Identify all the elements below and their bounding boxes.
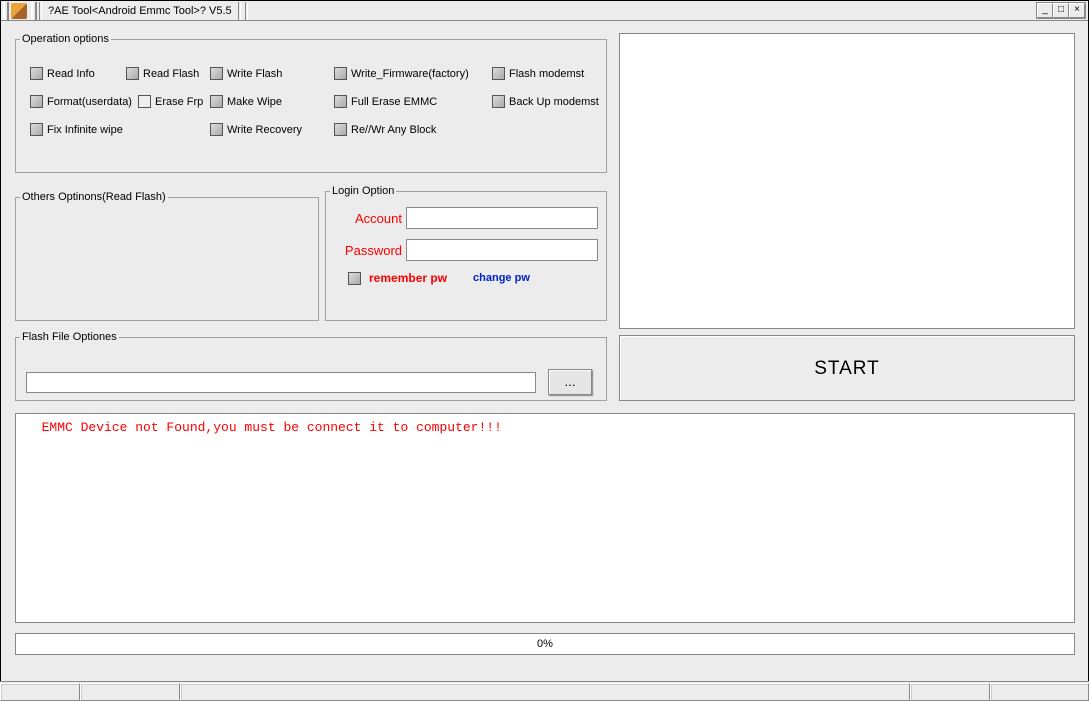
titlebar-sep-3: [245, 2, 248, 20]
checkbox-write-firmware[interactable]: Write_Firmware(factory): [334, 67, 469, 80]
preview-panel: [619, 33, 1075, 329]
checkbox-flash-modemst[interactable]: Flash modemst: [492, 67, 584, 80]
checkbox-icon: [210, 67, 223, 80]
checkbox-erase-frp[interactable]: Erase Frp: [138, 95, 203, 108]
statusbar-cell-3: [180, 683, 910, 701]
remember-label: remember pw: [369, 271, 447, 285]
start-button[interactable]: START: [619, 335, 1075, 401]
operation-options-group: Operation options Read Info Read Flash W…: [15, 33, 607, 173]
checkbox-label: Write_Firmware(factory): [351, 68, 469, 80]
checkbox-icon: [348, 272, 361, 285]
main-area: Operation options Read Info Read Flash W…: [1, 21, 1088, 680]
statusbar-cell-5: [990, 683, 1089, 701]
checkbox-label: Re//Wr Any Block: [351, 124, 436, 136]
account-input[interactable]: [406, 207, 598, 229]
checkbox-label: Write Recovery: [227, 124, 302, 136]
checkbox-icon: [492, 67, 505, 80]
password-row: Password: [334, 239, 598, 261]
login-option-group: Login Option Account Password remember p…: [325, 185, 607, 321]
change-pw-link[interactable]: change pw: [473, 272, 530, 284]
checkbox-icon: [334, 95, 347, 108]
checkbox-icon: [30, 67, 43, 80]
progress-bar: 0%: [15, 633, 1075, 655]
app-icon: [11, 3, 27, 19]
titlebar-grip-2: [31, 2, 37, 20]
titlebar-sep-2: [238, 2, 241, 20]
statusbar: [0, 681, 1089, 701]
password-input[interactable]: [406, 239, 598, 261]
checkbox-read-flash[interactable]: Read Flash: [126, 67, 199, 80]
checkbox-write-flash[interactable]: Write Flash: [210, 67, 282, 80]
checkbox-format-userdata[interactable]: Format(userdata): [30, 95, 132, 108]
others-options-group: Others Optinons(Read Flash): [15, 191, 319, 321]
titlebar: ?AE Tool<Android Emmc Tool>? V5.5 _ □ ×: [1, 1, 1088, 21]
checkbox-icon: [334, 67, 347, 80]
checkbox-label: Fix Infinite wipe: [47, 124, 123, 136]
close-button[interactable]: ×: [1069, 3, 1085, 18]
checkbox-icon: [334, 123, 347, 136]
checkbox-rewr-any-block[interactable]: Re//Wr Any Block: [334, 123, 436, 136]
checkbox-icon: [30, 123, 43, 136]
statusbar-cell-4: [910, 683, 990, 701]
browse-button[interactable]: ...: [548, 369, 592, 395]
others-options-legend: Others Optinons(Read Flash): [20, 191, 168, 203]
statusbar-cell-1: [0, 683, 80, 701]
checkbox-fix-infinite-wipe[interactable]: Fix Infinite wipe: [30, 123, 123, 136]
checkbox-icon: [210, 95, 223, 108]
checkbox-label: Read Flash: [143, 68, 199, 80]
checkbox-label: Write Flash: [227, 68, 282, 80]
checkbox-icon: [30, 95, 43, 108]
maximize-button[interactable]: □: [1053, 3, 1069, 18]
checkbox-remember-pw[interactable]: remember pw: [348, 271, 447, 285]
checkbox-label: Format(userdata): [47, 96, 132, 108]
checkbox-read-info[interactable]: Read Info: [30, 67, 95, 80]
checkbox-label: Full Erase EMMC: [351, 96, 437, 108]
window-title: ?AE Tool<Android Emmc Tool>? V5.5: [48, 5, 232, 17]
flash-file-path-input[interactable]: [26, 372, 536, 393]
log-output: EMMC Device not Found,you must be connec…: [15, 413, 1075, 623]
flash-file-row: ...: [26, 369, 592, 395]
flash-file-legend: Flash File Optiones: [20, 331, 119, 343]
window-controls: _ □ ×: [1036, 2, 1086, 19]
minimize-button[interactable]: _: [1037, 3, 1053, 18]
checkbox-label: Make Wipe: [227, 96, 282, 108]
checkbox-icon: [126, 67, 139, 80]
checkbox-make-wipe[interactable]: Make Wipe: [210, 95, 282, 108]
checkbox-label: Back Up modemst: [509, 96, 599, 108]
checkbox-label: Erase Frp: [155, 96, 203, 108]
login-option-legend: Login Option: [330, 185, 396, 197]
checkbox-write-recovery[interactable]: Write Recovery: [210, 123, 302, 136]
checkbox-label: Flash modemst: [509, 68, 584, 80]
operation-options-legend: Operation options: [20, 33, 111, 45]
checkbox-icon: [138, 95, 151, 108]
account-label: Account: [334, 211, 406, 226]
flash-file-group: Flash File Optiones ...: [15, 331, 607, 401]
checkbox-full-erase-emmc[interactable]: Full Erase EMMC: [334, 95, 437, 108]
account-row: Account: [334, 207, 598, 229]
checkbox-icon: [210, 123, 223, 136]
progress-text: 0%: [537, 638, 553, 650]
checkbox-icon: [492, 95, 505, 108]
titlebar-sep: [39, 2, 42, 20]
titlebar-grip: [3, 2, 9, 20]
remember-row: remember pw change pw: [348, 271, 598, 285]
checkbox-backup-modemst[interactable]: Back Up modemst: [492, 95, 599, 108]
password-label: Password: [334, 243, 406, 258]
statusbar-cell-2: [80, 683, 180, 701]
checkbox-label: Read Info: [47, 68, 95, 80]
